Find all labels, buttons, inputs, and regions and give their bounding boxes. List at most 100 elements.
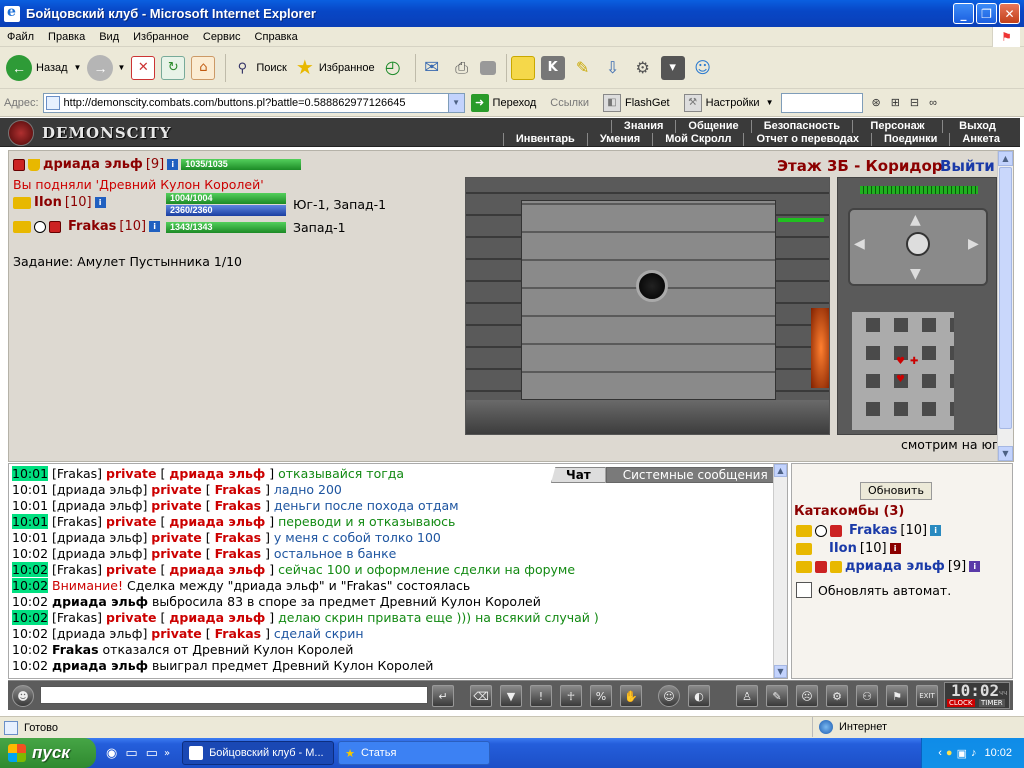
links-button[interactable]: Ссылки xyxy=(550,97,589,109)
auto-refresh-checkbox[interactable] xyxy=(796,582,812,598)
tray-arrow-icon[interactable]: ‹ xyxy=(938,747,942,759)
exit-door-icon[interactable]: EXIT xyxy=(916,685,938,707)
chat-sender[interactable]: дриада эльф xyxy=(57,498,143,513)
menu-view[interactable]: Вид xyxy=(92,31,126,43)
tool-icon[interactable]: ⚙ xyxy=(631,56,655,80)
smile-icon[interactable]: ☺ xyxy=(658,685,680,707)
face-icon[interactable]: ☹ xyxy=(796,685,818,707)
room-member3-name[interactable]: дриада эльф xyxy=(845,559,945,574)
messenger-icon[interactable]: ☺ xyxy=(691,56,715,80)
menu-file[interactable]: Файл xyxy=(0,31,41,43)
arrow-back-icon[interactable]: ▼ xyxy=(910,266,921,282)
nav-security[interactable]: Безопасность xyxy=(750,120,852,133)
send-icon[interactable]: ↵ xyxy=(432,685,454,707)
bookmark-icon[interactable]: ✎ xyxy=(571,56,595,80)
hand-icon[interactable]: ✋ xyxy=(620,685,642,707)
history-icon[interactable]: ◴ xyxy=(381,56,405,80)
chat-sender[interactable]: Frakas xyxy=(57,466,97,481)
nav-profile[interactable]: Анкета xyxy=(949,133,1012,146)
more-icon[interactable]: » xyxy=(164,748,170,759)
room-member3-info-icon[interactable]: i xyxy=(969,561,981,572)
computer-icon[interactable]: ⊟ xyxy=(910,96,919,109)
chat-recipient[interactable]: Frakas xyxy=(215,530,262,545)
scroll-up-icon[interactable]: ▲ xyxy=(998,151,1013,166)
clock-label[interactable]: CLOCK xyxy=(947,699,975,707)
notes-icon[interactable] xyxy=(510,55,535,80)
arrow-forward-icon[interactable]: ▲ xyxy=(910,212,921,228)
menu-help[interactable]: Справка xyxy=(248,31,305,43)
print-icon[interactable]: ⎙ xyxy=(450,56,474,80)
nav-knowledge[interactable]: Знания xyxy=(610,120,675,133)
chat-sender[interactable]: Frakas xyxy=(57,562,97,577)
chat-sender[interactable]: дриада эльф xyxy=(57,482,143,497)
exit-link[interactable]: Выйти xyxy=(940,157,995,175)
dungeon-view[interactable] xyxy=(465,177,830,435)
nav-scroll[interactable]: Мой Скролл xyxy=(652,133,743,146)
nav-exit[interactable]: Выход xyxy=(942,120,1012,133)
alert-icon[interactable]: ! xyxy=(530,685,552,707)
chat-recipient[interactable]: дриада эльф xyxy=(169,514,265,529)
person-icon[interactable]: ♙ xyxy=(736,685,758,707)
chat-sender[interactable]: дриада эльф xyxy=(57,546,143,561)
room-member2-info-icon[interactable]: i xyxy=(889,543,901,554)
refresh-button[interactable]: Обновить xyxy=(860,482,932,500)
tray-network-icon[interactable]: ▣ xyxy=(957,747,967,760)
player-name[interactable]: дриада эльф xyxy=(43,157,143,172)
chat-input[interactable] xyxy=(40,686,428,704)
task-ie[interactable]: Бойцовский клуб - M... xyxy=(182,741,335,765)
minimize-button[interactable]: _ xyxy=(953,3,974,24)
walk-icon[interactable]: ☥ xyxy=(560,685,582,707)
chat-sender[interactable]: дриада эльф xyxy=(57,530,143,545)
desktop-icon[interactable]: ▭ xyxy=(125,746,137,761)
room-member2-name[interactable]: IIon xyxy=(829,541,857,556)
archive-icon[interactable]: ▾ xyxy=(660,55,685,80)
timer-label[interactable]: TIMER xyxy=(979,699,1005,707)
tray-bulb-icon[interactable]: ● xyxy=(946,747,953,759)
flashget-button[interactable]: ◧ FlashGet xyxy=(602,93,670,112)
search-go-icon[interactable]: ⊛ xyxy=(871,96,880,109)
room-member1-name[interactable]: Frakas xyxy=(849,523,897,538)
nav-character[interactable]: Персонаж xyxy=(852,120,942,133)
menu-edit[interactable]: Правка xyxy=(41,31,92,43)
maximize-button[interactable]: ❐ xyxy=(976,3,997,24)
chat-recipient[interactable]: дриада эльф xyxy=(169,562,265,577)
party1-info-icon[interactable]: i xyxy=(94,197,106,208)
forward-button[interactable]: → ▼ xyxy=(87,54,125,81)
chat-scrollbar[interactable]: ▲ ▼ xyxy=(773,464,787,678)
party2-info-icon[interactable]: i xyxy=(149,221,161,232)
mail-icon[interactable]: ✉ xyxy=(420,56,444,80)
compass-center-icon[interactable] xyxy=(906,232,930,256)
chat-recipient[interactable]: дриада эльф xyxy=(169,610,265,625)
nav-transfers[interactable]: Отчет о переводах xyxy=(743,133,871,146)
glasses-icon[interactable]: ∞ xyxy=(929,97,937,109)
tray-volume-icon[interactable]: ♪ xyxy=(971,747,977,759)
go-button[interactable]: ➜ Переход xyxy=(470,93,536,112)
party1-name[interactable]: IIon xyxy=(34,195,62,210)
translit-icon[interactable]: % xyxy=(590,685,612,707)
arrow-right-icon[interactable]: ▶ xyxy=(968,236,979,252)
download-icon[interactable]: ⇩ xyxy=(601,56,625,80)
k-icon[interactable]: K xyxy=(540,55,565,80)
scroll-icon[interactable]: ✎ xyxy=(766,685,788,707)
group-icon[interactable]: ⚇ xyxy=(856,685,878,707)
close-button[interactable]: ✕ xyxy=(999,3,1020,24)
settings-button[interactable]: ⚒ Настройки ▼ xyxy=(683,93,773,112)
chat-recipient[interactable]: Frakas xyxy=(215,498,262,513)
nav-battles[interactable]: Поединки xyxy=(871,133,949,146)
chat-sender[interactable]: Frakas xyxy=(57,514,97,529)
settings-gear-icon[interactable]: ⚙ xyxy=(826,685,848,707)
chat-sender[interactable]: Frakas xyxy=(57,610,97,625)
flag-icon[interactable]: ⚑ xyxy=(886,685,908,707)
task-article[interactable]: ★ Статья xyxy=(338,741,491,765)
search-button[interactable]: ⚲ Поиск xyxy=(230,56,287,80)
home-icon[interactable]: ⌂ xyxy=(191,55,216,80)
scroll-thumb[interactable] xyxy=(999,167,1012,429)
room-member1-info-icon[interactable]: i xyxy=(930,525,942,536)
nav-skills[interactable]: Умения xyxy=(586,133,652,146)
chat-scroll-down-icon[interactable]: ▼ xyxy=(774,665,787,678)
main-scrollbar[interactable]: ▲ ▼ xyxy=(997,151,1013,461)
chat-sender[interactable]: дриада эльф xyxy=(57,626,143,641)
nav-inventory[interactable]: Инвентарь xyxy=(502,133,587,146)
address-dropdown-icon[interactable]: ▼ xyxy=(447,93,464,112)
refresh-icon[interactable]: ↻ xyxy=(161,55,186,80)
